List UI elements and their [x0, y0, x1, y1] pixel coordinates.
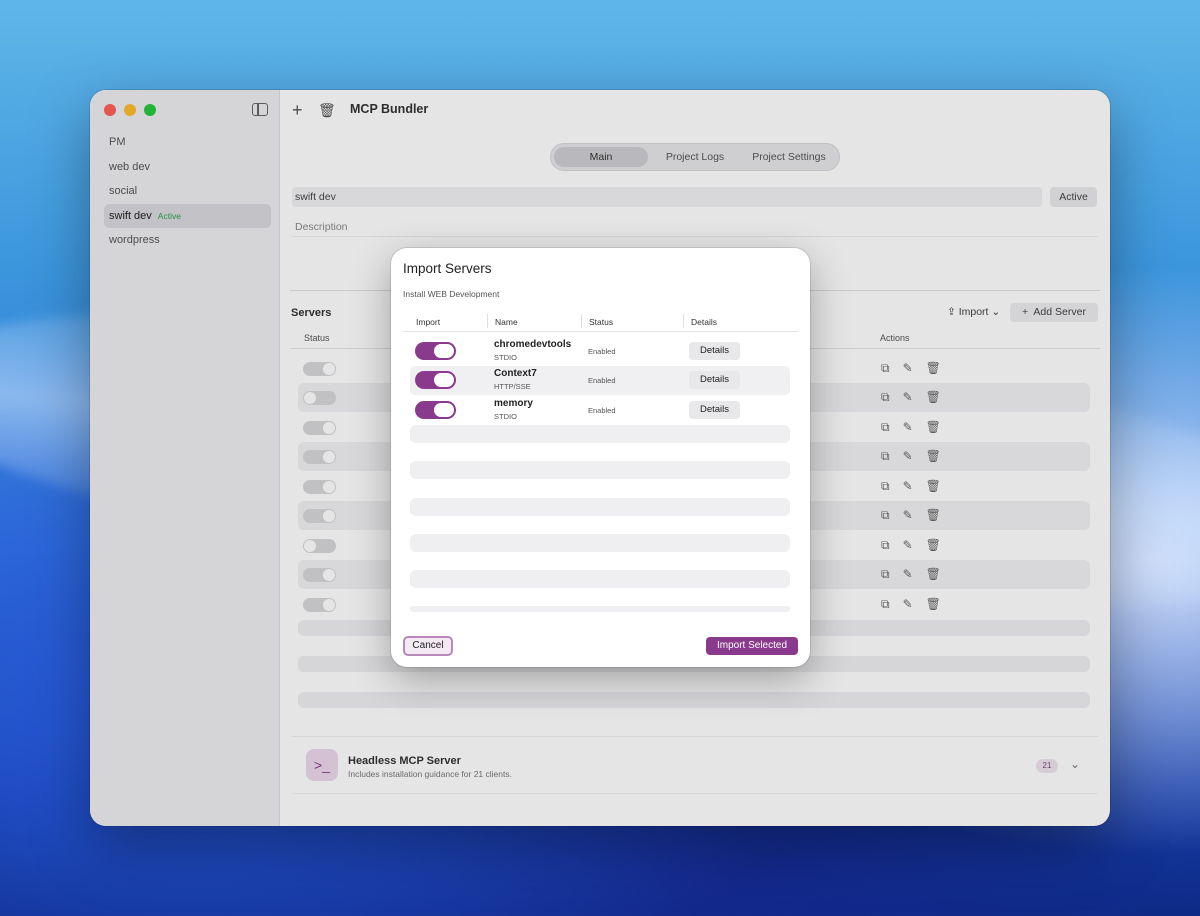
server-name: Context7 — [494, 368, 537, 379]
server-type: STDIO — [494, 353, 517, 362]
placeholder-row — [410, 606, 790, 612]
import-toggle[interactable] — [415, 401, 456, 419]
details-button[interactable]: Details — [689, 371, 740, 389]
import-selected-button[interactable]: Import Selected — [706, 637, 798, 655]
import-row-chromedevtools: chromedevtools STDIO Enabled Details — [410, 337, 790, 366]
server-status: Enabled — [588, 347, 616, 356]
column-separator — [581, 314, 582, 328]
placeholder-row — [410, 498, 790, 516]
import-row-context7: Context7 HTTP/SSE Enabled Details — [410, 366, 790, 395]
details-button[interactable]: Details — [689, 401, 740, 419]
column-separator — [487, 314, 488, 328]
header-line — [403, 331, 798, 332]
placeholder-row — [410, 534, 790, 552]
server-status: Enabled — [588, 376, 616, 385]
column-header-status: Status — [589, 317, 614, 327]
placeholder-row — [410, 461, 790, 479]
column-header-details: Details — [691, 317, 717, 327]
server-type: STDIO — [494, 412, 517, 421]
server-name: memory — [494, 398, 533, 409]
dialog-subtitle: Install WEB Development — [403, 289, 500, 299]
placeholder-row — [410, 570, 790, 588]
server-type: HTTP/SSE — [494, 382, 531, 391]
column-header-import: Import — [416, 317, 441, 327]
dialog-title: Import Servers — [403, 261, 492, 276]
column-separator — [683, 314, 684, 328]
import-toggle[interactable] — [415, 371, 456, 389]
import-toggle[interactable] — [415, 342, 456, 360]
server-name: chromedevtools — [494, 339, 572, 350]
import-row-memory: memory STDIO Enabled Details — [410, 396, 790, 425]
server-status: Enabled — [588, 406, 616, 415]
placeholder-row — [410, 425, 790, 443]
import-servers-dialog: Import Servers Install WEB Development I… — [391, 248, 810, 667]
details-button[interactable]: Details — [689, 342, 740, 360]
cancel-button[interactable]: Cancel — [403, 636, 453, 656]
column-header-name: Name — [495, 317, 518, 327]
